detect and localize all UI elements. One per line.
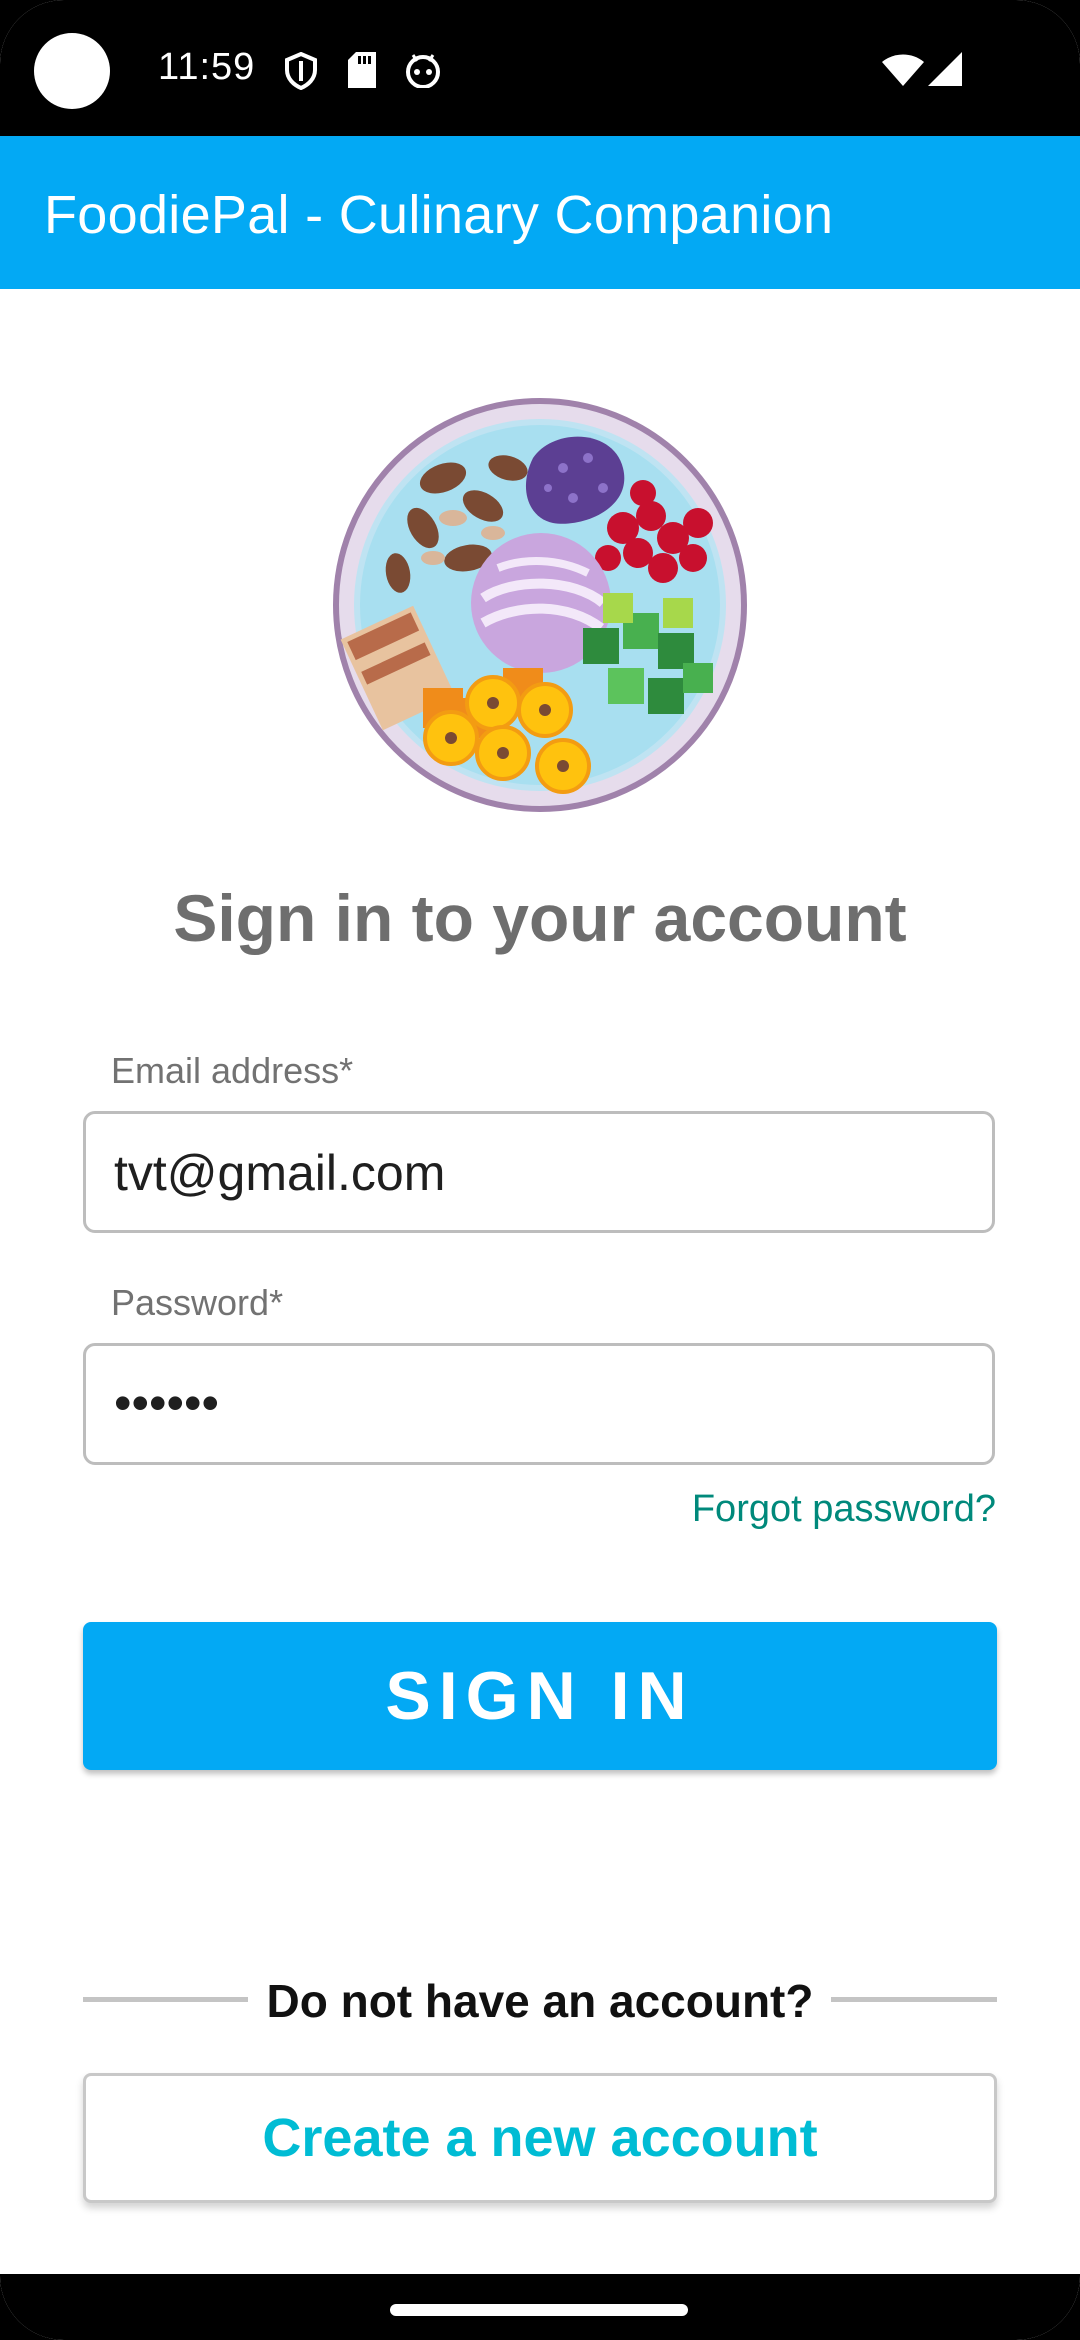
home-gesture-handle[interactable]	[390, 2304, 688, 2316]
status-bar: 11:59	[0, 0, 1080, 136]
email-label: Email address*	[111, 1050, 354, 1091]
shield-icon	[284, 51, 318, 95]
email-value: tvt@gmail.com	[114, 1145, 446, 1201]
cellular-signal-icon	[928, 52, 962, 91]
page-title: Sign in to your account	[173, 881, 907, 955]
create-account-button[interactable]: Create a new account	[83, 2073, 997, 2203]
food-bowl-icon	[333, 398, 747, 812]
email-field[interactable]: tvt@gmail.com	[83, 1111, 995, 1233]
status-time: 11:59	[158, 46, 256, 88]
wifi-icon	[882, 54, 924, 91]
forgot-password-link[interactable]: Forgot password?	[692, 1488, 996, 1531]
password-label: Password*	[111, 1282, 284, 1323]
app-title: FoodiePal - Culinary Companion	[44, 185, 834, 245]
sign-in-label: SIGN IN	[385, 1658, 695, 1734]
sign-in-button[interactable]: SIGN IN	[83, 1622, 997, 1770]
app-bar: FoodiePal - Culinary Companion	[0, 136, 1080, 289]
login-screen: 11:59 FoodiePal - Culinary Companion Sig…	[0, 0, 1080, 2340]
camera-cutout	[34, 33, 110, 109]
android-debug-icon	[404, 52, 442, 93]
create-account-label: Create a new account	[262, 2108, 818, 2168]
signup-prompt: Do not have an account?	[266, 1975, 814, 2027]
password-value: ••••••	[114, 1375, 220, 1431]
password-field[interactable]: ••••••	[83, 1343, 995, 1465]
sd-card-icon	[348, 52, 376, 93]
